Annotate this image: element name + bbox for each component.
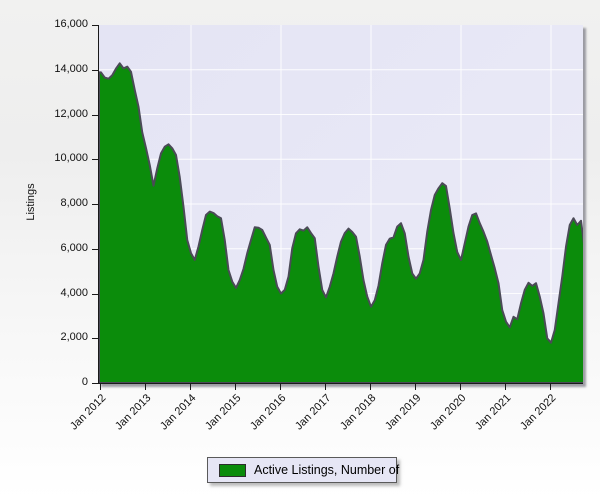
x-axis-tick <box>280 384 281 390</box>
legend-box: Active Listings, Number of <box>207 457 397 483</box>
x-axis-label: Jan 2022 <box>509 392 558 441</box>
y-axis-label: 6,000 <box>18 242 88 255</box>
x-axis-label: Jan 2018 <box>329 392 378 441</box>
x-axis-label: Jan 2014 <box>149 392 198 441</box>
x-axis-label: Jan 2012 <box>59 392 108 441</box>
y-axis-label: 16,000 <box>18 18 88 31</box>
chart-canvas: Listings Active Listings, Number of 02,0… <box>0 0 600 500</box>
x-axis-tick <box>235 384 236 390</box>
y-axis-label: 12,000 <box>18 108 88 121</box>
legend-label: Active Listings, Number of <box>254 463 399 477</box>
active-listings-area <box>99 63 583 383</box>
x-axis-label: Jan 2017 <box>284 392 333 441</box>
area-series-svg <box>99 25 583 383</box>
x-axis-tick <box>190 384 191 390</box>
x-axis-tick <box>145 384 146 390</box>
x-axis-label: Jan 2020 <box>419 392 468 441</box>
x-axis-tick <box>415 384 416 390</box>
x-axis-label: Jan 2015 <box>194 392 243 441</box>
x-axis-label: Jan 2021 <box>464 392 513 441</box>
x-axis-tick <box>550 384 551 390</box>
x-axis-tick <box>460 384 461 390</box>
y-axis-tick <box>92 294 98 295</box>
x-axis-tick <box>505 384 506 390</box>
y-axis-tick <box>92 70 98 71</box>
y-axis-tick <box>92 249 98 250</box>
y-axis-tick <box>92 115 98 116</box>
y-axis-tick <box>92 204 98 205</box>
x-axis-tick <box>100 384 101 390</box>
y-axis-label: 0 <box>18 376 88 389</box>
y-axis-label: 8,000 <box>18 197 88 210</box>
y-axis-tick <box>92 383 98 384</box>
y-axis-tick <box>92 159 98 160</box>
x-axis-label: Jan 2013 <box>104 392 153 441</box>
y-axis-label: 10,000 <box>18 152 88 165</box>
x-axis-label: Jan 2016 <box>239 392 288 441</box>
y-axis-label: 14,000 <box>18 63 88 76</box>
x-axis-tick <box>325 384 326 390</box>
legend-swatch-green <box>219 464 246 477</box>
y-axis-tick <box>92 25 98 26</box>
y-axis-tick <box>92 338 98 339</box>
x-axis-label: Jan 2019 <box>374 392 423 441</box>
y-axis-label: 4,000 <box>18 287 88 300</box>
y-axis-label: 2,000 <box>18 331 88 344</box>
x-axis-tick <box>370 384 371 390</box>
plot-area <box>98 25 583 384</box>
